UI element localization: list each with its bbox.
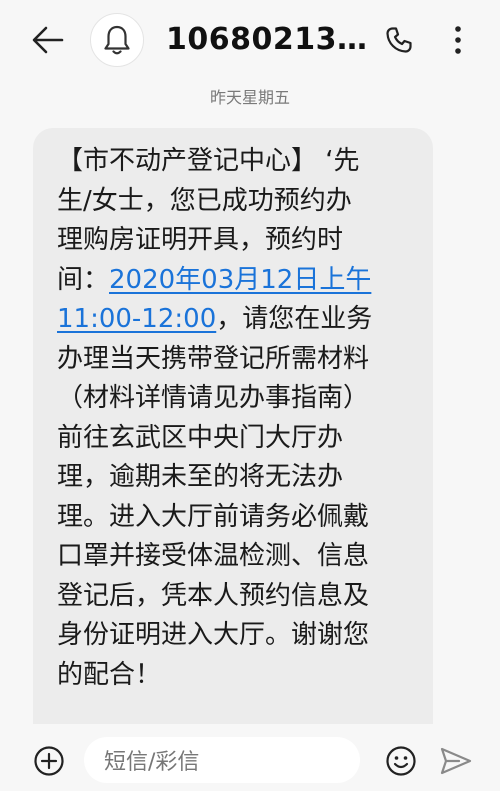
send-button[interactable] — [436, 742, 476, 780]
appointment-time-link[interactable]: 11:00-12:00 — [57, 304, 216, 334]
message-line: 间：2020年03月12日上午 — [57, 261, 413, 301]
emoji-button[interactable] — [382, 742, 420, 780]
plus-circle-icon — [34, 746, 64, 776]
contact-avatar[interactable] — [90, 13, 144, 67]
more-vertical-icon — [455, 26, 461, 54]
back-button[interactable] — [28, 20, 68, 60]
message-line: 生/女士，您已成功预约办 — [57, 185, 352, 216]
message-text: 间： — [57, 264, 110, 295]
message-line: 【市不动产登记中心】 ‘先 — [57, 146, 360, 176]
message-line: （材料详情请见办事指南） — [57, 383, 370, 413]
message-line: 身份证明进入大厅。谢谢您 — [57, 620, 370, 650]
message-line: 前往玄武区中央门大厅办 — [57, 422, 344, 453]
message-line: 的配合！ — [57, 659, 162, 690]
message-line: 口罩并接受体温检测、信息 — [57, 541, 370, 571]
message-line: 11:00-12:00，请您在业务 — [57, 300, 413, 340]
add-attachment-button[interactable] — [30, 742, 68, 780]
smiley-icon — [386, 746, 416, 776]
phone-icon — [386, 27, 412, 53]
arrow-left-icon — [32, 26, 64, 54]
more-options-button[interactable] — [438, 20, 478, 60]
call-button[interactable] — [378, 20, 420, 60]
bell-icon — [104, 25, 130, 55]
message-line: 办理当天携带登记所需材料 — [57, 343, 370, 374]
contact-name[interactable]: 10680213… — [166, 22, 368, 57]
message-bubble[interactable]: 【市不动产登记中心】 ‘先 生/女士，您已成功预约办 理购房证明开具，预约时 间… — [33, 128, 433, 768]
message-text: ，请您在业务 — [216, 304, 373, 334]
appointment-date-link[interactable]: 2020年03月12日上午 — [109, 265, 371, 295]
message-line: 登记后，凭本人预约信息及 — [57, 580, 370, 611]
conversation-header: 10680213… — [0, 0, 500, 80]
send-icon — [440, 747, 472, 775]
message-input[interactable]: 短信/彩信 — [84, 737, 360, 783]
message-line: 理购房证明开具，预约时 — [57, 225, 344, 255]
message-date-label: 昨天星期五 — [209, 88, 290, 107]
compose-bar: 短信/彩信 — [0, 724, 500, 791]
message-line: 理。进入大厅前请务必佩戴 — [57, 501, 370, 532]
message-line: 理，逾期未至的将无法办 — [57, 462, 344, 492]
